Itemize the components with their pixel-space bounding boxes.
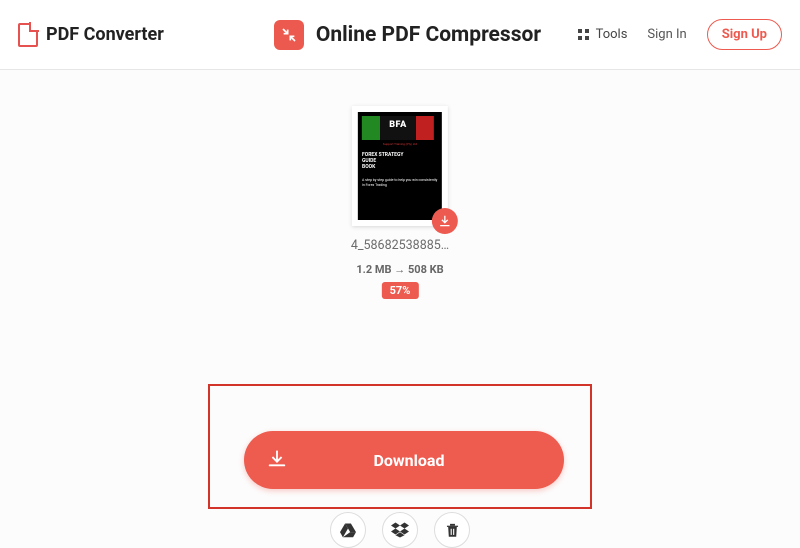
file-card: BFA Support Training (Pty) Ltd FOREX STR… — [351, 106, 449, 299]
size-arrow: → — [394, 263, 405, 276]
google-drive-icon — [339, 522, 357, 538]
trash-icon — [445, 522, 460, 538]
compress-icon — [274, 20, 304, 50]
page-title-wrap: Online PDF Compressor — [274, 20, 541, 50]
main-content: BFA Support Training (Pty) Ltd FOREX STR… — [0, 70, 800, 548]
dropbox-icon — [391, 522, 409, 538]
file-name: 4_58682538885… — [351, 238, 449, 253]
brand[interactable]: PDF Converter — [18, 23, 164, 47]
reduction-badge: 57% — [382, 282, 419, 299]
signin-link[interactable]: Sign In — [647, 27, 686, 42]
file-size-info: 1.2 MB → 508 KB — [351, 263, 449, 276]
thumbnail-logo-sub: Support Training (Pty) Ltd — [362, 142, 438, 146]
app-header: PDF Converter Online PDF Compressor Tool… — [0, 0, 800, 70]
thumbnail-heading-3: BOOK — [362, 164, 438, 170]
size-before: 1.2 MB — [356, 263, 391, 276]
signup-button[interactable]: Sign Up — [707, 19, 782, 50]
tools-menu[interactable]: Tools — [578, 27, 628, 42]
pdf-file-icon — [18, 23, 38, 47]
page-title: Online PDF Compressor — [316, 23, 541, 47]
delete-button[interactable] — [434, 512, 470, 548]
thumbnail-logo: BFA — [362, 116, 434, 140]
thumbnail-blurb: A step by step guide to help you win con… — [362, 178, 438, 187]
save-to-dropbox-button[interactable] — [382, 512, 418, 548]
grid-icon — [578, 29, 590, 41]
download-button-label: Download — [254, 451, 564, 470]
file-thumbnail[interactable]: BFA Support Training (Pty) Ltd FOREX STR… — [352, 106, 448, 226]
download-icon — [438, 214, 452, 228]
tools-label: Tools — [596, 27, 628, 42]
brand-label: PDF Converter — [46, 24, 164, 45]
save-to-google-drive-button[interactable] — [330, 512, 366, 548]
download-badge-button[interactable] — [432, 208, 458, 234]
header-nav: Tools Sign In Sign Up — [578, 19, 782, 50]
thumbnail-preview: BFA Support Training (Pty) Ltd FOREX STR… — [358, 112, 442, 220]
size-after: 508 KB — [408, 263, 444, 276]
thumbnail-logo-text: BFA — [362, 120, 434, 130]
download-button[interactable]: Download — [244, 431, 564, 489]
secondary-actions — [330, 512, 470, 548]
